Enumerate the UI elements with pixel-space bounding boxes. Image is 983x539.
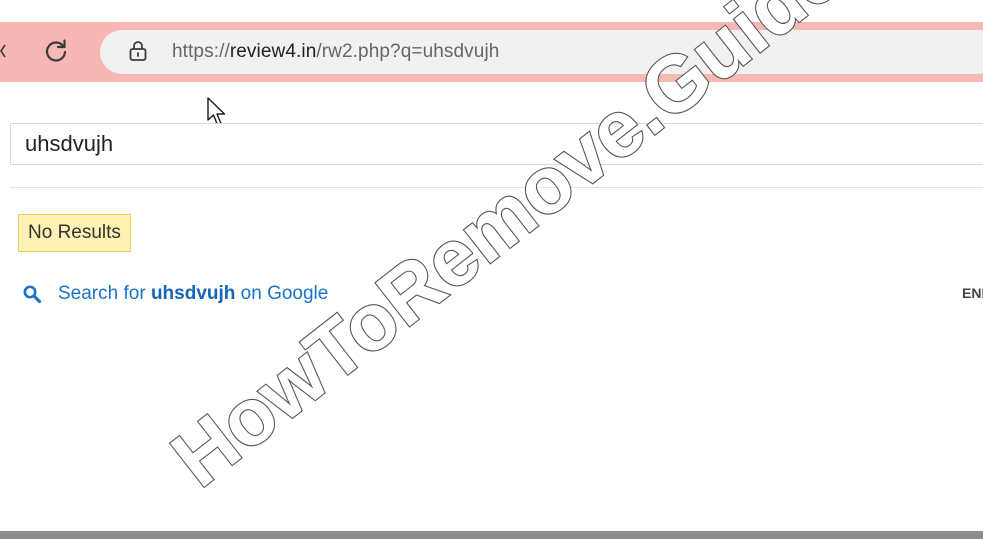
search-google-link[interactable]: Search for uhsdvujh on Google [22, 281, 328, 307]
language-code[interactable]: ENI [962, 285, 983, 301]
url-text[interactable]: https://review4.in/rw2.php?q=uhsdvujh [172, 41, 499, 63]
search-google-query: uhsdvujh [150, 283, 236, 304]
search-google-suffix: on Google [235, 283, 329, 304]
back-chevron-icon[interactable] [0, 44, 6, 58]
lock-icon[interactable] [127, 39, 149, 63]
reload-icon[interactable] [41, 36, 71, 66]
url-scheme: https:// [172, 41, 230, 62]
url-path: /rw2.php?q=uhsdvujh [316, 41, 500, 62]
search-google-prefix: Search for [58, 283, 151, 304]
search-icon [23, 285, 42, 304]
url-host: review4.in [229, 41, 317, 62]
search-input[interactable] [25, 124, 925, 164]
bottom-bar [0, 531, 983, 539]
divider [10, 187, 983, 188]
search-box[interactable] [10, 123, 983, 165]
no-results-badge: No Results [18, 214, 131, 252]
